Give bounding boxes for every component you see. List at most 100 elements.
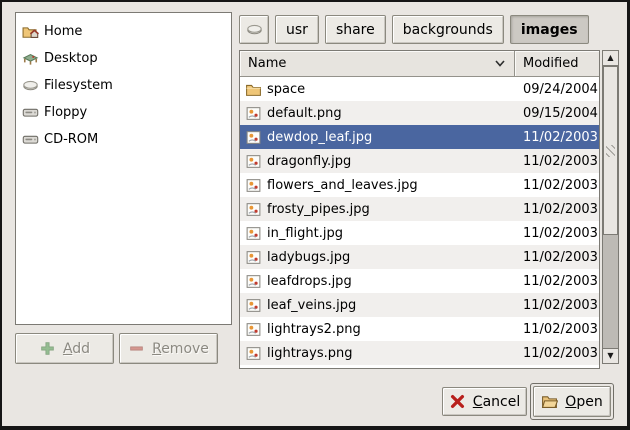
places-sidebar: Home Desktop Filesystem Floppy CD-ROM [15, 12, 232, 325]
column-header-name-label: Name [248, 56, 286, 71]
file-chooser-dialog: Home Desktop Filesystem Floppy CD-ROM Add Re… [0, 0, 630, 430]
file-modified: 11/02/2003 [515, 346, 599, 361]
list-header: Name Modified [240, 51, 599, 77]
file-modified: 11/02/2003 [515, 226, 599, 241]
sidebar-item-desktop[interactable]: Desktop [16, 45, 231, 72]
sidebar-item-label: Floppy [44, 105, 87, 120]
file-name-cell: in_flight.jpg [240, 225, 515, 242]
image-file-icon [245, 153, 262, 170]
file-name-cell: leaf_veins.jpg [240, 297, 515, 314]
image-file-icon [245, 273, 262, 290]
file-name-cell: flowers_and_leaves.jpg [240, 177, 515, 194]
file-modified: 11/02/2003 [515, 322, 599, 337]
sidebar-item-label: Home [44, 24, 82, 39]
file-name-cell: default.png [240, 105, 515, 122]
path-button-images[interactable]: images [510, 15, 589, 44]
image-file-icon [245, 345, 262, 362]
open-button[interactable]: Open [533, 386, 611, 417]
path-button-label: backgrounds [403, 22, 493, 38]
sidebar-item-label: Filesystem [44, 78, 113, 93]
table-row[interactable]: dewdop_leaf.jpg 11/02/2003 [240, 125, 599, 149]
sidebar-item-cd-rom[interactable]: CD-ROM [16, 126, 231, 153]
file-name: dewdop_leaf.jpg [267, 130, 372, 145]
cancel-button-label: Cancel [473, 394, 520, 410]
scrollbar-up-button[interactable]: ▲ [602, 50, 619, 66]
add-button[interactable]: Add [15, 333, 114, 364]
table-row[interactable]: dragonfly.jpg11/02/2003 [240, 149, 599, 173]
floppy-drive-icon [22, 104, 39, 121]
table-row[interactable]: lightrays.png 11/02/2003 [240, 341, 599, 365]
path-button-usr[interactable]: usr [275, 15, 319, 44]
file-list: Name Modified space 09/24/2004 default.png… [239, 50, 600, 369]
path-button-root[interactable] [239, 15, 269, 44]
file-name: flowers_and_leaves.jpg [267, 178, 418, 193]
filesystem-disk-icon [246, 21, 263, 38]
table-row[interactable]: leafdrops.jpg 11/02/2003 [240, 269, 599, 293]
file-name: lightrays.png [267, 346, 352, 361]
file-name: space [267, 82, 305, 97]
file-modified: 11/02/2003 [515, 178, 599, 193]
path-button-share[interactable]: share [325, 15, 386, 44]
scrollbar-down-button[interactable]: ▼ [602, 348, 619, 364]
file-name-cell: frosty_pipes.jpg [240, 201, 515, 218]
column-header-modified-label: Modified [523, 56, 578, 71]
sidebar-item-home[interactable]: Home [16, 18, 231, 45]
home-folder-icon [22, 23, 39, 40]
sidebar-item-floppy[interactable]: Floppy [16, 99, 231, 126]
default-button-ring: Open [530, 383, 614, 420]
file-modified: 11/02/2003 [515, 202, 599, 217]
scrollbar-thumb[interactable] [603, 66, 618, 235]
file-modified: 11/02/2003 [515, 274, 599, 289]
image-file-icon [245, 129, 262, 146]
image-file-icon [245, 249, 262, 266]
file-name-cell: ladybugs.jpg [240, 249, 515, 266]
file-name: frosty_pipes.jpg [267, 202, 370, 217]
path-button-label: usr [286, 22, 308, 38]
file-name: ladybugs.jpg [267, 250, 350, 265]
red-cross-icon [449, 393, 466, 410]
sidebar-item-label: CD-ROM [44, 132, 98, 147]
table-row[interactable]: frosty_pipes.jpg 11/02/2003 [240, 197, 599, 221]
file-name: in_flight.jpg [267, 226, 343, 241]
filesystem-disk-icon [22, 77, 39, 94]
table-row[interactable]: flowers_and_leaves.jpg 11/02/2003 [240, 173, 599, 197]
file-modified: 09/15/2004 [515, 106, 599, 121]
folder-icon [245, 81, 262, 98]
remove-button-label: Remove [152, 341, 209, 357]
path-button-label: share [336, 22, 375, 38]
sidebar-item-filesystem[interactable]: Filesystem [16, 72, 231, 99]
scrollbar-track[interactable] [602, 66, 619, 348]
scrollbar-grip [606, 145, 615, 157]
image-file-icon [245, 225, 262, 242]
open-folder-icon [541, 393, 558, 410]
chevron-down-icon [494, 59, 506, 68]
minus-icon [128, 340, 145, 357]
table-row[interactable]: in_flight.jpg 11/02/2003 [240, 221, 599, 245]
table-row[interactable]: leaf_veins.jpg11/02/2003 [240, 293, 599, 317]
file-name: leafdrops.jpg [267, 274, 352, 289]
image-file-icon [245, 297, 262, 314]
path-button-backgrounds[interactable]: backgrounds [392, 15, 504, 44]
file-modified: 11/02/2003 [515, 154, 599, 169]
sidebar-item-label: Desktop [44, 51, 98, 66]
table-row[interactable]: default.png 09/15/2004 [240, 101, 599, 125]
table-row[interactable]: space 09/24/2004 [240, 77, 599, 101]
file-modified: 11/02/2003 [515, 250, 599, 265]
file-modified: 11/02/2003 [515, 130, 599, 145]
file-name: default.png [267, 106, 342, 121]
cancel-button[interactable]: Cancel [442, 387, 527, 416]
file-name: lightrays2.png [267, 322, 361, 337]
add-button-label: Add [63, 341, 90, 357]
file-name-cell: space [240, 81, 515, 98]
vertical-scrollbar: ▲ ▼ [602, 50, 619, 364]
remove-button[interactable]: Remove [119, 333, 218, 364]
column-header-name[interactable]: Name [240, 51, 515, 77]
table-row[interactable]: lightrays2.png 11/02/2003 [240, 317, 599, 341]
file-modified: 09/24/2004 [515, 82, 599, 97]
table-row[interactable]: ladybugs.jpg 11/02/2003 [240, 245, 599, 269]
column-header-modified[interactable]: Modified [515, 51, 599, 77]
desktop-icon [22, 50, 39, 67]
path-bar: usr share backgrounds images [239, 15, 589, 44]
image-file-icon [245, 321, 262, 338]
file-name-cell: dragonfly.jpg [240, 153, 515, 170]
